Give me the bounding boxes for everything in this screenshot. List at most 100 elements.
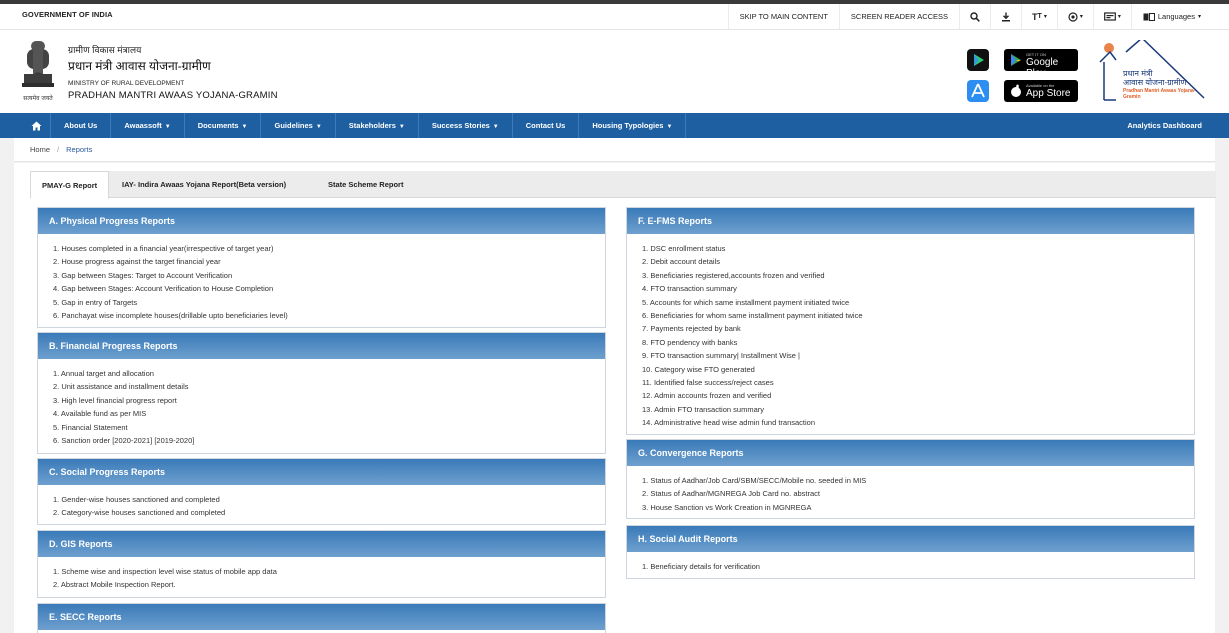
national-emblem-icon: सत्यमेव जयते (22, 41, 54, 102)
nav-label: Housing Typologies (592, 121, 664, 130)
report-link[interactable]: 1. Status of Aadhar/Job Card/SBM/SECC/Mo… (642, 474, 1194, 487)
government-bar: GOVERNMENT OF INDIA SKIP TO MAIN CONTENT… (0, 4, 1229, 30)
site-header: सत्यमेव जयते ग्रामीण विकास मंत्रालय प्रध… (0, 30, 1229, 113)
nav-stakeholders[interactable]: Stakeholders ▼ (336, 113, 419, 138)
government-label: GOVERNMENT OF INDIA (22, 10, 113, 19)
report-link[interactable]: 13. Admin FTO transaction summary (642, 403, 1194, 416)
panel-title: G. Convergence Reports (627, 440, 1194, 466)
text-size-small-icon: T (1037, 13, 1042, 20)
report-list: 1. Houses completed in a financial year(… (38, 234, 605, 322)
report-link[interactable]: 10. Category wise FTO generated (642, 363, 1194, 376)
report-link[interactable]: 1. Houses completed in a financial year(… (53, 242, 605, 255)
text-size-button[interactable]: T T ▾ (1021, 4, 1057, 30)
report-link[interactable]: 2. Category-wise houses sanctioned and c… (53, 506, 605, 519)
report-list: 1. Gender-wise houses sanctioned and com… (38, 485, 605, 520)
chevron-down-icon: ▼ (164, 124, 171, 130)
report-link[interactable]: 1. Beneficiary details for verification (642, 560, 1194, 573)
chevron-down-icon: ▾ (1197, 14, 1201, 20)
nav-documents[interactable]: Documents ▼ (185, 113, 262, 138)
breadcrumb-separator: / (57, 145, 60, 154)
monitor-icon (1103, 12, 1116, 21)
report-link[interactable]: 3. House Sanction vs Work Creation in MG… (642, 501, 1194, 514)
home-nav-button[interactable] (23, 113, 51, 138)
language-icon (1143, 13, 1155, 21)
report-link[interactable]: 2. Debit account details (642, 255, 1194, 268)
panel-title: D. GIS Reports (38, 531, 605, 557)
nav-label: Stakeholders (348, 121, 396, 130)
nav-contact-us[interactable]: Contact Us (513, 113, 580, 138)
nav-label: About Us (64, 121, 98, 130)
report-link[interactable]: 5. Financial Statement (53, 421, 605, 434)
report-link[interactable]: 4. Available fund as per MIS (53, 407, 605, 420)
app-store-icon (971, 83, 985, 98)
report-link[interactable]: 1. DSC enrollment status (642, 242, 1194, 255)
google-play-badge[interactable]: GET IT ON Google Play (1004, 49, 1078, 79)
apple-icon (1011, 84, 1021, 97)
analytics-dashboard-link[interactable]: Analytics Dashboard (1127, 113, 1202, 138)
report-link[interactable]: 9. FTO transaction summary| Installment … (642, 349, 1194, 362)
tab-pmay-g-report[interactable]: PMAY-G Report (30, 171, 110, 199)
report-link[interactable]: 2. Status of Aadhar/MGNREGA Job Card no.… (642, 487, 1194, 500)
report-link[interactable]: 1. Annual target and allocation (53, 367, 605, 380)
report-link[interactable]: 6. Beneficiaries for whom same installme… (642, 309, 1194, 322)
skip-to-main-content-link[interactable]: SKIP TO MAIN CONTENT (727, 4, 839, 30)
screen-reader-access-link[interactable]: SCREEN READER ACCESS (838, 4, 959, 30)
home-icon (31, 121, 42, 130)
panel-convergence: G. Convergence Reports 1. Status of Aadh… (626, 439, 1195, 519)
report-link[interactable]: 7. Payments rejected by bank (642, 322, 1194, 335)
report-link[interactable]: 6. Panchayat wise incomplete houses(dril… (53, 309, 605, 322)
play-store-app-icon[interactable] (967, 49, 989, 71)
report-link[interactable]: 5. Accounts for which same installment p… (642, 296, 1194, 309)
contrast-button[interactable]: ▾ (1056, 4, 1093, 30)
theme-button[interactable]: ▾ (1092, 4, 1131, 30)
panel-financial-progress: B. Financial Progress Reports 1. Annual … (37, 332, 606, 454)
tab-iay-report[interactable]: IAY- Indira Awaas Yojana Report(Beta ver… (111, 171, 297, 198)
report-list: 1. Beneficiary details for verification (627, 552, 1194, 573)
app-store-badge[interactable]: Available on the App Store (1004, 80, 1078, 102)
accessibility-links: SKIP TO MAIN CONTENT SCREEN READER ACCES… (727, 4, 1212, 30)
logo-text-line3: Pradhan Mantri Awaas Yojana-Gramin (1123, 88, 1196, 100)
panel-title: E. SECC Reports (38, 604, 605, 630)
app-store-app-icon[interactable] (967, 80, 989, 102)
report-link[interactable]: 1. Gender-wise houses sanctioned and com… (53, 493, 605, 506)
report-link[interactable]: 1. Scheme wise and inspection level wise… (53, 565, 605, 578)
chevron-down-icon: ▾ (1117, 14, 1121, 20)
report-link[interactable]: 14. Administrative head wise admin fund … (642, 416, 1194, 429)
report-link[interactable]: 11. Identified false success/reject case… (642, 376, 1194, 389)
report-list: 1. Scheme wise and inspection level wise… (38, 557, 605, 592)
report-link[interactable]: 6. Sanction order [2020-2021] [2019-2020… (53, 434, 605, 447)
nav-label: Success Stories (431, 121, 490, 130)
panel-secc: E. SECC Reports (37, 603, 606, 633)
report-link[interactable]: 4. FTO transaction summary (642, 282, 1194, 295)
google-play-icon (1011, 54, 1021, 66)
panel-e-fms: F. E-FMS Reports 1. DSC enrollment statu… (626, 207, 1195, 435)
tab-state-scheme-report[interactable]: State Scheme Report (317, 171, 414, 198)
nav-awaassoft[interactable]: Awaassoft ▼ (111, 113, 185, 138)
search-button[interactable] (959, 4, 990, 30)
scheme-name-hindi: प्रधान मंत्री आवास योजना-ग्रामीण (68, 59, 211, 73)
report-link[interactable]: 12. Admin accounts frozen and verified (642, 389, 1194, 402)
report-link[interactable]: 2. Abstract Mobile Inspection Report. (53, 578, 605, 591)
report-list: 1. DSC enrollment status 2. Debit accoun… (627, 234, 1194, 429)
report-link[interactable]: 3. Gap between Stages: Target to Account… (53, 269, 605, 282)
nav-about-us[interactable]: About Us (51, 113, 112, 138)
panel-title: H. Social Audit Reports (627, 526, 1194, 552)
report-link[interactable]: 8. FTO pendency with banks (642, 336, 1194, 349)
app-store-text: App Store (1026, 88, 1071, 99)
nav-success-stories[interactable]: Success Stories ▼ (419, 113, 513, 138)
download-icon (1002, 12, 1011, 22)
chevron-down-icon: ▾ (1043, 14, 1047, 20)
download-button[interactable] (990, 4, 1021, 30)
panel-gis: D. GIS Reports 1. Scheme wise and inspec… (37, 530, 606, 598)
nav-housing-typologies[interactable]: Housing Typologies ▼ (579, 113, 687, 138)
report-link[interactable]: 3. High level financial progress report (53, 394, 605, 407)
report-link[interactable]: 3. Beneficiaries registered,accounts fro… (642, 269, 1194, 282)
report-link[interactable]: 2. Unit assistance and installment detai… (53, 380, 605, 393)
report-link[interactable]: 4. Gap between Stages: Account Verificat… (53, 282, 605, 295)
report-link[interactable]: 5. Gap in entry of Targets (53, 296, 605, 309)
languages-dropdown[interactable]: Languages ▾ (1130, 4, 1212, 30)
nav-guidelines[interactable]: Guidelines ▼ (261, 113, 336, 138)
breadcrumb-home[interactable]: Home (30, 145, 50, 154)
languages-label: Languages (1157, 12, 1195, 21)
report-link[interactable]: 2. House progress against the target fin… (53, 255, 605, 268)
